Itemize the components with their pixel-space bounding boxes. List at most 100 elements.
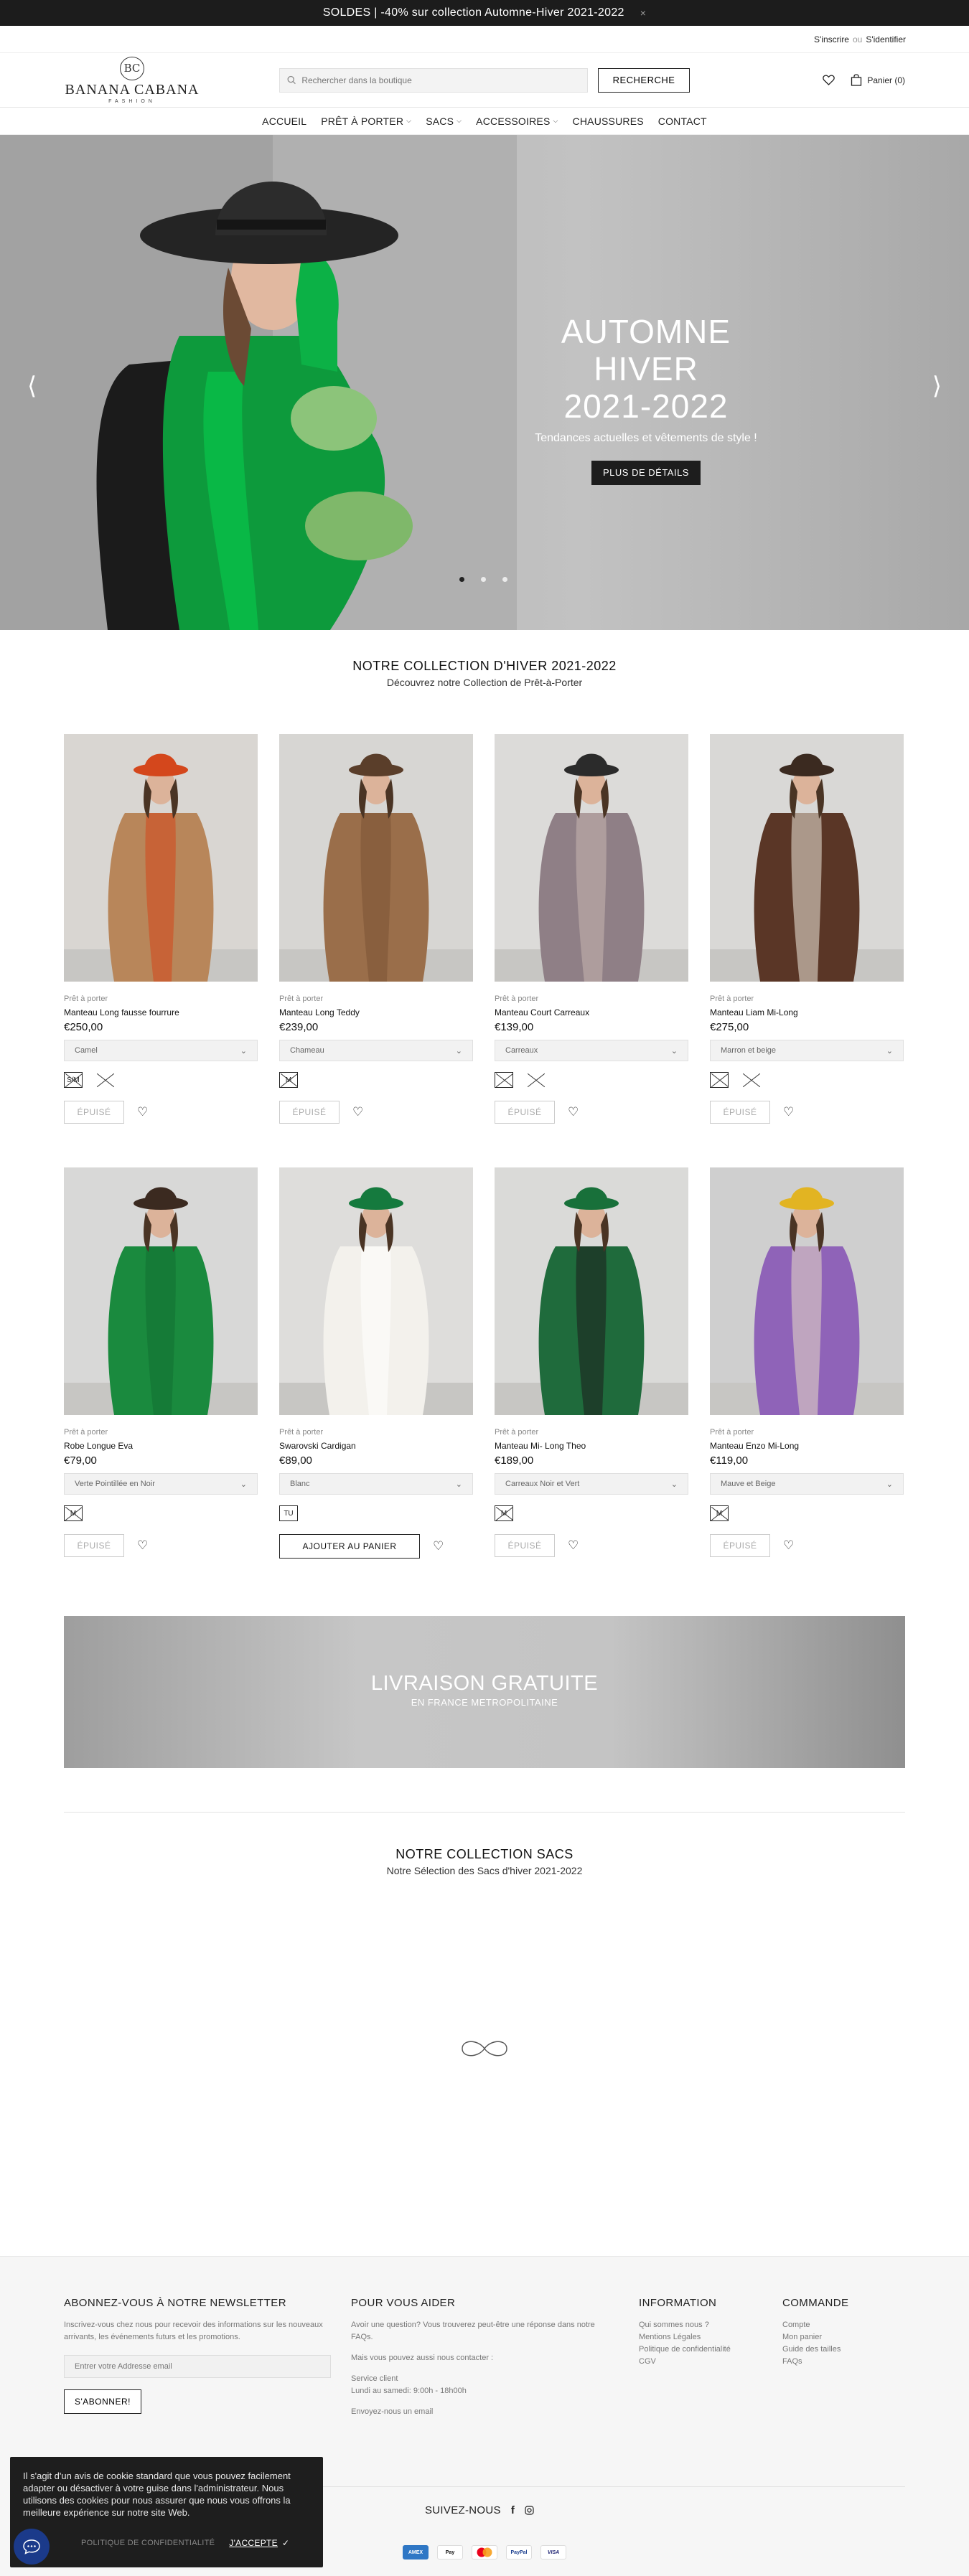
product-title[interactable]: Manteau Long fausse fourrure (64, 1007, 258, 1017)
chevron-left-icon[interactable]: ⟨ (27, 372, 37, 400)
product-category[interactable]: Prêt à porter (279, 1428, 473, 1437)
footer-link[interactable]: CGV (639, 2356, 768, 2368)
product-card[interactable]: Prêt à porter Robe Longue Eva €79,00 Verte … (64, 1167, 258, 1559)
heart-icon[interactable]: ♡ (352, 1105, 363, 1119)
variant-select[interactable]: Carreaux ⌄ (495, 1040, 688, 1061)
nav-item-accueil[interactable]: ACCUEIL (262, 116, 306, 127)
product-title[interactable]: Manteau Enzo Mi-Long (710, 1441, 904, 1451)
product-thumbnail[interactable] (710, 1167, 904, 1415)
product-title[interactable]: Robe Longue Eva (64, 1441, 258, 1451)
instagram-icon[interactable] (525, 2506, 534, 2515)
privacy-policy-link[interactable]: POLITIQUE DE CONFIDENTIALITÉ (81, 2539, 215, 2547)
product-card[interactable]: Prêt à porter Manteau Long Teddy €239,00 Ch… (279, 734, 473, 1124)
footer-link[interactable]: Guide des tailles (782, 2344, 904, 2356)
product-category[interactable]: Prêt à porter (279, 995, 473, 1003)
footer-newsletter: ABONNEZ-VOUS À NOTRE NEWSLETTER Inscrive… (64, 2297, 337, 2414)
logo[interactable]: BC BANANA CABANA FASHION (64, 56, 200, 104)
product-category[interactable]: Prêt à porter (710, 995, 904, 1003)
close-icon[interactable]: × (640, 7, 646, 19)
facebook-icon[interactable]: f (511, 2504, 515, 2516)
hero-subtitle: Tendances actuelles et vêtements de styl… (535, 432, 757, 444)
footer-link[interactable]: Qui sommes nous ? (639, 2319, 768, 2331)
heart-icon[interactable] (823, 75, 835, 85)
search-icon (287, 75, 296, 85)
footer-link[interactable]: Mon panier (782, 2331, 904, 2344)
footer-link[interactable]: FAQs (782, 2356, 904, 2368)
product-title[interactable]: Manteau Long Teddy (279, 1007, 473, 1017)
banner-title: LIVRAISON GRATUITE (370, 1672, 599, 1695)
slider-dot[interactable] (502, 577, 507, 582)
nav-item-chaussures[interactable]: CHAUSSURES (573, 116, 644, 127)
footer-link[interactable]: Compte (782, 2319, 904, 2331)
size-option[interactable]: TU (279, 1505, 298, 1521)
product-card[interactable]: Prêt à porter Manteau Liam Mi-Long €275,00… (710, 734, 904, 1124)
heart-icon[interactable]: ♡ (137, 1538, 148, 1553)
newsletter-email-field[interactable] (64, 2355, 331, 2378)
heart-icon[interactable]: ♡ (568, 1538, 579, 1553)
product-title[interactable]: Swarovski Cardigan (279, 1441, 473, 1451)
signup-link[interactable]: S'inscrire (814, 34, 849, 44)
product-category[interactable]: Prêt à porter (64, 995, 258, 1003)
heart-icon[interactable]: ♡ (783, 1538, 794, 1553)
product-thumbnail[interactable] (710, 734, 904, 982)
variant-select[interactable]: Marron et beige ⌄ (710, 1040, 904, 1061)
footer-link[interactable]: Politique de confidentialité (639, 2344, 768, 2356)
login-link[interactable]: S'identifier (866, 34, 906, 44)
slider-dot[interactable] (459, 577, 464, 582)
product-thumbnail[interactable] (279, 1167, 473, 1415)
search-button[interactable]: RECHERCHE (598, 67, 690, 93)
add-to-cart-button[interactable]: AJOUTER AU PANIER (279, 1534, 420, 1559)
footer-link[interactable]: Mentions Légales (639, 2331, 768, 2344)
slider-dot[interactable] (481, 577, 486, 582)
sold-out-button: ÉPUISÉ (495, 1101, 555, 1124)
nav-item-accessoires[interactable]: ACCESSOIRES ⌵ (476, 116, 558, 127)
chat-bubble-icon[interactable] (14, 2529, 50, 2565)
size-options: M (710, 1505, 904, 1523)
newsletter-title: ABONNEZ-VOUS À NOTRE NEWSLETTER (64, 2297, 286, 2309)
follow-label: SUIVEZ-NOUS (425, 2504, 501, 2516)
search-input[interactable] (301, 75, 580, 85)
product-card[interactable]: Prêt à porter Manteau Long fausse fourrur… (64, 734, 258, 1124)
variant-select[interactable]: Blanc ⌄ (279, 1473, 473, 1495)
variant-select[interactable]: Mauve et Beige ⌄ (710, 1473, 904, 1495)
product-category[interactable]: Prêt à porter (64, 1428, 258, 1437)
variant-select[interactable]: Camel ⌄ (64, 1040, 258, 1061)
nav-item-contact[interactable]: CONTACT (658, 116, 707, 127)
product-image (279, 1167, 473, 1415)
hero-details-button[interactable]: PLUS DE DÉTAILS (591, 461, 701, 485)
product-thumbnail[interactable] (495, 734, 688, 982)
product-title[interactable]: Manteau Mi- Long Theo (495, 1441, 688, 1451)
heart-icon[interactable]: ♡ (433, 1539, 444, 1553)
product-thumbnail[interactable] (64, 1167, 258, 1415)
chevron-right-icon[interactable]: ⟩ (932, 372, 942, 400)
product-category[interactable]: Prêt à porter (710, 1428, 904, 1437)
help-email-link[interactable]: Envoyez-nous un email (351, 2406, 617, 2418)
product-thumbnail[interactable] (495, 1167, 688, 1415)
sold-out-button: ÉPUISÉ (64, 1101, 124, 1124)
variant-select[interactable]: Verte Pointillée en Noir ⌄ (64, 1473, 258, 1495)
product-category[interactable]: Prêt à porter (495, 995, 688, 1003)
product-thumbnail[interactable] (64, 734, 258, 982)
nav-item-sacs[interactable]: SACS ⌵ (426, 116, 462, 127)
chevron-down-icon: ⌵ (406, 117, 412, 124)
product-category[interactable]: Prêt à porter (495, 1428, 688, 1437)
product-card[interactable]: Prêt à porter Manteau Mi- Long Theo €189,0… (495, 1167, 688, 1559)
cart-button[interactable]: Panier (0) (851, 74, 905, 86)
product-price: €275,00 (710, 1021, 749, 1033)
variant-select[interactable]: Chameau ⌄ (279, 1040, 473, 1061)
product-card[interactable]: Prêt à porter Manteau Enzo Mi-Long €119,00… (710, 1167, 904, 1559)
product-card[interactable]: Prêt à porter Swarovski Cardigan €89,00 Bla… (279, 1167, 473, 1559)
help-title: POUR VOUS AIDER (351, 2297, 456, 2309)
variant-select[interactable]: Carreaux Noir et Vert ⌄ (495, 1473, 688, 1495)
accept-cookies-button[interactable]: J'ACCEPTE (229, 2538, 278, 2548)
product-card[interactable]: Prêt à porter Manteau Court Carreaux €139,… (495, 734, 688, 1124)
product-thumbnail[interactable] (279, 734, 473, 982)
product-title[interactable]: Manteau Liam Mi-Long (710, 1007, 904, 1017)
heart-icon[interactable]: ♡ (137, 1105, 148, 1119)
heart-icon[interactable]: ♡ (783, 1105, 794, 1119)
nav-item-pret-a-porter[interactable]: PRÊT À PORTER ⌵ (321, 116, 411, 127)
heart-icon[interactable]: ♡ (568, 1105, 579, 1119)
sold-out-button: ÉPUISÉ (710, 1101, 770, 1124)
product-title[interactable]: Manteau Court Carreaux (495, 1007, 688, 1017)
subscribe-button[interactable]: S'ABONNER! (64, 2389, 141, 2414)
